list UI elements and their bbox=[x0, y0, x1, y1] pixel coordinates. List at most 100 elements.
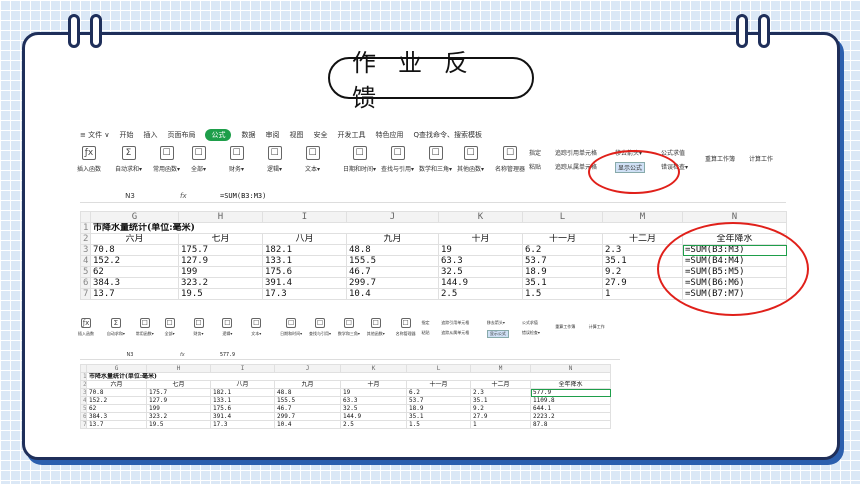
data-cell[interactable]: 19.5 bbox=[146, 420, 211, 429]
data-cell[interactable]: 19.5 bbox=[178, 288, 263, 300]
column-header[interactable]: L bbox=[522, 211, 603, 223]
data-cell[interactable]: 62 bbox=[90, 266, 179, 278]
data-cell[interactable]: 391.4 bbox=[210, 412, 275, 421]
total-cell[interactable]: 87.8 bbox=[530, 420, 611, 429]
ribbon-button[interactable]: ☐ 逻辑▾ bbox=[222, 318, 232, 337]
data-cell[interactable]: 35.1 bbox=[522, 277, 603, 289]
data-cell[interactable]: 9.2 bbox=[470, 404, 531, 413]
ribbon-button[interactable]: ☐ 数学和三角▾ bbox=[338, 318, 360, 337]
data-cell[interactable]: 152.2 bbox=[90, 255, 179, 267]
data-cell[interactable]: 53.7 bbox=[522, 255, 603, 267]
column-header[interactable]: K bbox=[438, 211, 523, 223]
ribbon-button[interactable]: ☐ 逻辑▾ bbox=[267, 146, 282, 173]
column-header[interactable]: G bbox=[86, 364, 147, 373]
month-header-cell[interactable]: 七月 bbox=[178, 233, 263, 245]
data-cell[interactable]: 10.4 bbox=[346, 288, 439, 300]
month-header-cell[interactable]: 十一月 bbox=[406, 380, 471, 389]
menu-item[interactable]: 特色应用 bbox=[375, 130, 403, 140]
column-header[interactable]: K bbox=[340, 364, 407, 373]
total-cell[interactable]: 2223.2 bbox=[530, 412, 611, 421]
column-header[interactable]: N bbox=[530, 364, 611, 373]
ribbon-button[interactable]: ☐ 全部▾ bbox=[191, 146, 206, 173]
data-cell[interactable]: 48.8 bbox=[346, 244, 439, 256]
data-cell[interactable]: 10.4 bbox=[274, 420, 341, 429]
ribbon-button[interactable]: ☐ 日期和时间▾ bbox=[280, 318, 302, 337]
ribbon-small-button[interactable]: 指定 bbox=[529, 148, 541, 157]
month-header-cell[interactable]: 七月 bbox=[146, 380, 211, 389]
menu-item[interactable]: 安全 bbox=[313, 130, 327, 140]
show-formula-button[interactable]: 显示公式 bbox=[486, 330, 509, 339]
data-cell[interactable]: 175.7 bbox=[146, 388, 211, 397]
ribbon-button[interactable]: ☐ 财务▾ bbox=[229, 146, 244, 173]
data-cell[interactable]: 63.3 bbox=[340, 396, 407, 405]
data-cell[interactable]: 155.5 bbox=[346, 255, 439, 267]
cell-reference[interactable]: N3 bbox=[80, 192, 180, 200]
data-cell[interactable]: 127.9 bbox=[146, 396, 211, 405]
ribbon-small-button[interactable]: 追踪引用单元格 bbox=[555, 148, 597, 157]
ribbon-small-button[interactable]: 错误检查▾ bbox=[522, 330, 540, 336]
ribbon-button[interactable]: ☐ 数学和三角▾ bbox=[419, 146, 452, 173]
data-cell[interactable]: 175.6 bbox=[262, 266, 347, 278]
menu-item[interactable]: 插入 bbox=[143, 130, 157, 140]
data-cell[interactable]: 2.3 bbox=[470, 388, 531, 397]
column-header[interactable]: J bbox=[274, 364, 341, 373]
column-header[interactable]: I bbox=[210, 364, 275, 373]
ribbon-small-button[interactable]: 重算工作簿 bbox=[705, 154, 735, 163]
cell-reference[interactable]: N3 bbox=[80, 352, 180, 358]
data-cell[interactable]: 6.2 bbox=[522, 244, 603, 256]
data-cell[interactable]: 1.5 bbox=[406, 420, 471, 429]
data-cell[interactable]: 155.5 bbox=[274, 396, 341, 405]
ribbon-button[interactable]: ☐ 查找与引用▾ bbox=[381, 146, 414, 173]
menu-item[interactable]: 审阅 bbox=[265, 130, 279, 140]
ribbon-button[interactable]: Σ 自动求和▾ bbox=[107, 318, 125, 337]
menu-item[interactable]: 公式 bbox=[205, 129, 232, 141]
ribbon-button[interactable]: Σ 自动求和▾ bbox=[115, 146, 142, 173]
month-header-cell[interactable]: 六月 bbox=[86, 380, 147, 389]
data-cell[interactable]: 46.7 bbox=[274, 404, 341, 413]
ribbon-button[interactable]: ☐ 其他函数▾ bbox=[367, 318, 385, 337]
data-cell[interactable]: 19 bbox=[438, 244, 523, 256]
column-header[interactable]: H bbox=[178, 211, 263, 223]
data-cell[interactable]: 144.9 bbox=[438, 277, 523, 289]
data-cell[interactable]: 70.8 bbox=[86, 388, 147, 397]
month-header-cell[interactable]: 十月 bbox=[340, 380, 407, 389]
total-cell[interactable]: 1109.8 bbox=[530, 396, 611, 405]
data-cell[interactable]: 17.3 bbox=[210, 420, 275, 429]
month-header-cell[interactable]: 九月 bbox=[274, 380, 341, 389]
data-cell[interactable]: 13.7 bbox=[90, 288, 179, 300]
ribbon-button[interactable]: ƒx 插入函数 bbox=[77, 146, 101, 173]
data-cell[interactable]: 2.5 bbox=[438, 288, 523, 300]
data-cell[interactable]: 32.5 bbox=[438, 266, 523, 278]
column-header[interactable]: L bbox=[406, 364, 471, 373]
ribbon-small-button[interactable]: 公式求值 bbox=[522, 320, 538, 326]
data-cell[interactable]: 18.9 bbox=[406, 404, 471, 413]
data-cell[interactable]: 70.8 bbox=[90, 244, 179, 256]
ribbon-small-button[interactable]: 移去箭头▾ bbox=[487, 320, 505, 326]
fx-icon[interactable]: fx bbox=[180, 352, 220, 358]
data-cell[interactable]: 299.7 bbox=[346, 277, 439, 289]
ribbon-small-button[interactable]: 指定 bbox=[422, 320, 430, 326]
month-header-cell[interactable]: 八月 bbox=[262, 233, 347, 245]
ribbon-small-button[interactable]: 计算工作 bbox=[589, 324, 605, 330]
column-header[interactable]: M bbox=[602, 211, 683, 223]
data-cell[interactable]: 53.7 bbox=[406, 396, 471, 405]
month-header-cell[interactable]: 十一月 bbox=[522, 233, 603, 245]
data-cell[interactable]: 127.9 bbox=[178, 255, 263, 267]
ribbon-button[interactable]: ☐ 文本▾ bbox=[305, 146, 320, 173]
ribbon-button[interactable]: ☐ 查找与引用▾ bbox=[309, 318, 331, 337]
fx-icon[interactable]: fx bbox=[180, 192, 220, 200]
data-cell[interactable]: 17.3 bbox=[262, 288, 347, 300]
data-cell[interactable]: 199 bbox=[178, 266, 263, 278]
menu-item[interactable]: 页面布局 bbox=[167, 130, 195, 140]
data-cell[interactable]: 62 bbox=[86, 404, 147, 413]
data-cell[interactable]: 27.9 bbox=[470, 412, 531, 421]
sheet-title-cell[interactable]: 市降水量统计(单位:毫米) bbox=[90, 222, 787, 234]
menu-item[interactable]: 视图 bbox=[289, 130, 303, 140]
ribbon-button[interactable]: ☐ 全部▾ bbox=[164, 318, 175, 337]
column-header[interactable]: M bbox=[470, 364, 531, 373]
data-cell[interactable]: 182.1 bbox=[262, 244, 347, 256]
data-cell[interactable]: 32.5 bbox=[340, 404, 407, 413]
month-header-cell[interactable]: 十二月 bbox=[470, 380, 531, 389]
data-cell[interactable]: 175.7 bbox=[178, 244, 263, 256]
ribbon-button[interactable]: ☐ 名称管理器 bbox=[495, 146, 525, 173]
